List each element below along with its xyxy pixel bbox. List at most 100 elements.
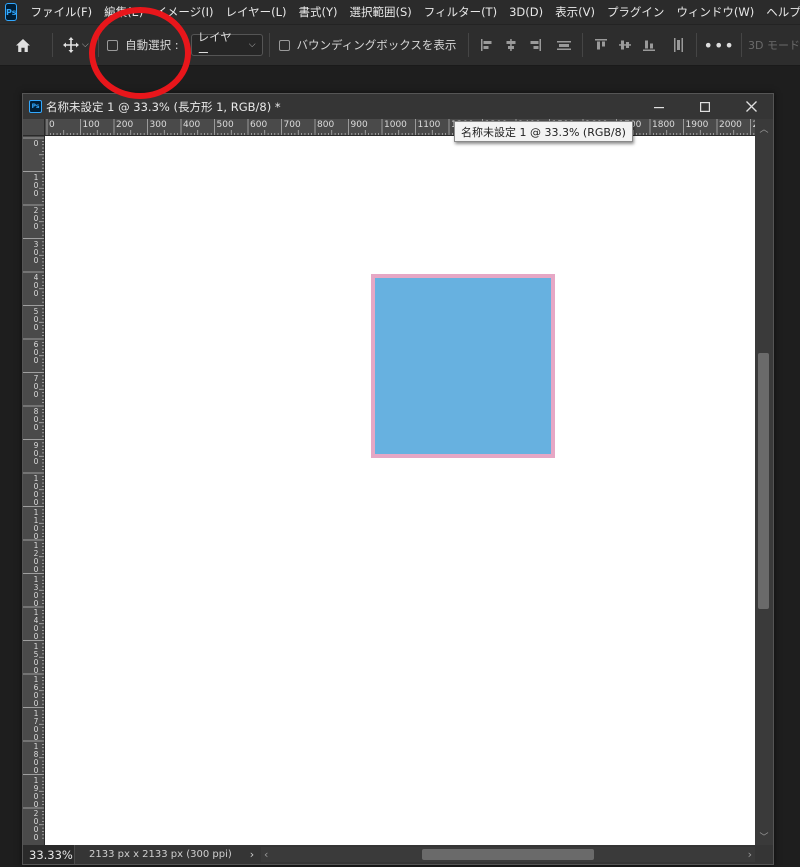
separator xyxy=(582,33,584,57)
minimize-button[interactable] xyxy=(639,94,679,119)
ruler-label: 1100 xyxy=(417,120,441,130)
document-title-bar[interactable]: Ps 名称未設定 1 @ 33.3% (長方形 1, RGB/8) * xyxy=(23,94,773,119)
ruler-label: 1 6 0 0 xyxy=(33,675,39,708)
ruler-label: 1 7 0 0 xyxy=(33,708,39,742)
separator xyxy=(51,33,53,57)
align-left-button[interactable] xyxy=(475,33,499,57)
horizontal-ruler[interactable]: 0100200300400500600700800900100011001200… xyxy=(45,119,755,136)
close-icon xyxy=(745,101,757,112)
ruler-label: 0 xyxy=(49,120,55,130)
vertical-scroll-thumb[interactable] xyxy=(758,353,769,609)
ruler-label: 5 0 0 xyxy=(33,306,39,332)
vertical-ruler[interactable]: 0 1 0 0 2 0 0 3 0 0 4 0 0 5 0 0 6 0 0 7 0 0 8 0 … xyxy=(23,136,45,845)
maximize-icon xyxy=(700,101,710,112)
distribute-horizontal-button[interactable] xyxy=(667,33,691,57)
bounding-box-checkbox[interactable] xyxy=(278,39,290,51)
align-bottom-button[interactable] xyxy=(637,33,661,57)
menu-view[interactable]: 表示(V) xyxy=(549,0,601,24)
horizontal-scroll-thumb[interactable] xyxy=(422,849,594,860)
ruler-label: 1 8 0 0 xyxy=(33,742,39,775)
ruler-label: 1 0 0 0 xyxy=(33,474,39,507)
menu-file[interactable]: ファイル(F) xyxy=(24,0,98,24)
status-menu-arrow-icon[interactable]: › xyxy=(250,848,254,861)
ruler-origin[interactable] xyxy=(23,119,45,136)
options-bar: ⌵ 自動選択 : レイヤー ⌵ バウンディングボックスを表示 ••• 3D モー… xyxy=(0,24,800,66)
menu-help[interactable]: ヘルプ(H) xyxy=(760,0,800,24)
ruler-label: 1800 xyxy=(652,120,675,130)
ruler-label: 1900 xyxy=(685,120,709,130)
photoshop-document-icon: Ps xyxy=(29,100,42,113)
align-left-icon xyxy=(481,39,492,51)
ruler-label: 400 xyxy=(183,120,201,130)
document-tab-tooltip: 名称未設定 1 @ 33.3% (RGB/8) xyxy=(454,121,633,142)
ruler-label: 9 0 0 xyxy=(33,440,39,466)
align-horizontal-center-button[interactable] xyxy=(499,33,523,57)
scroll-down-arrow-icon[interactable]: ﹀ xyxy=(755,830,773,843)
ruler-label: 1 1 0 0 xyxy=(33,507,39,541)
separator xyxy=(268,33,270,57)
ruler-label: 500 xyxy=(216,120,234,130)
more-options-button[interactable]: ••• xyxy=(703,30,735,60)
ruler-label: 100 xyxy=(82,120,100,130)
3d-mode-label: 3D モード xyxy=(747,39,800,52)
auto-select-target-value: レイヤー xyxy=(197,30,232,60)
zoom-level-field[interactable]: 33.33% xyxy=(23,845,75,864)
ruler-label: 6 0 0 xyxy=(33,340,39,365)
maximize-button[interactable] xyxy=(685,94,725,119)
ruler-label: 1 2 0 0 xyxy=(33,541,39,574)
ruler-label: 900 xyxy=(350,120,368,130)
ruler-label: 3 0 0 xyxy=(33,239,39,265)
ruler-label: 8 0 0 xyxy=(33,407,39,432)
ruler-label: 1 4 0 0 xyxy=(33,608,39,641)
menu-type[interactable]: 書式(Y) xyxy=(293,0,344,24)
menu-select[interactable]: 選択範囲(S) xyxy=(344,0,418,24)
separator xyxy=(696,33,698,57)
document-info: 2133 px x 2133 px (300 ppi) xyxy=(89,849,232,860)
scroll-up-arrow-icon[interactable]: ︿ xyxy=(755,122,773,135)
menu-image[interactable]: イメージ(I) xyxy=(149,0,219,24)
menu-bar: Ps ファイル(F) 編集(E) イメージ(I) レイヤー(L) 書式(Y) 選… xyxy=(0,0,800,24)
align-right-button[interactable] xyxy=(523,33,547,57)
home-button[interactable] xyxy=(0,30,46,60)
document-canvas[interactable] xyxy=(45,136,755,845)
ruler-label: 1 9 0 0 xyxy=(33,775,39,809)
status-bar: 33.33% 2133 px x 2133 px (300 ppi) › ‹ › xyxy=(23,845,773,864)
horizontal-scrollbar[interactable]: ‹ › xyxy=(261,847,755,862)
align-right-icon xyxy=(530,39,541,51)
move-tool-button[interactable]: ⌵ xyxy=(59,30,93,60)
ruler-label: 1 5 0 0 xyxy=(33,641,39,675)
ruler-label: 800 xyxy=(317,120,335,130)
menu-plugins[interactable]: プラグイン xyxy=(601,0,671,24)
align-top-button[interactable] xyxy=(589,33,613,57)
menu-edit[interactable]: 編集(E) xyxy=(98,0,149,24)
bounding-box-option[interactable]: バウンディングボックスを表示 xyxy=(278,37,456,53)
minimize-icon xyxy=(654,106,664,108)
rectangle-layer-shape[interactable] xyxy=(371,274,555,458)
separator xyxy=(741,33,742,57)
align-top-icon xyxy=(595,39,608,50)
home-icon xyxy=(15,38,30,52)
chevron-down-icon: ⌵ xyxy=(248,40,256,50)
close-button[interactable] xyxy=(731,94,771,119)
auto-select-checkbox[interactable] xyxy=(107,39,119,51)
scroll-right-arrow-icon[interactable]: › xyxy=(748,847,752,862)
distribute-vertical-button[interactable] xyxy=(553,33,577,57)
document-window: Ps 名称未設定 1 @ 33.3% (長方形 1, RGB/8) * 0 100… xyxy=(22,93,774,865)
auto-select-option[interactable]: 自動選択 : xyxy=(107,37,179,53)
vertical-scrollbar[interactable]: ︿ ﹀ xyxy=(755,119,773,845)
scroll-left-arrow-icon[interactable]: ‹ xyxy=(264,847,268,862)
align-bottom-icon xyxy=(642,40,655,51)
ruler-label: 1 0 0 xyxy=(33,172,39,198)
ruler-label: 1 3 0 0 xyxy=(33,574,39,608)
ruler-label: 2 0 0 xyxy=(33,206,39,231)
align-vertical-center-button[interactable] xyxy=(613,33,637,57)
align-horizontal-center-icon xyxy=(506,39,516,51)
auto-select-label: 自動選択 : xyxy=(125,38,179,52)
auto-select-target-dropdown[interactable]: レイヤー ⌵ xyxy=(190,30,263,60)
ruler-label: 0 xyxy=(33,139,39,148)
menu-3d[interactable]: 3D(D) xyxy=(503,0,549,24)
menu-filter[interactable]: フィルター(T) xyxy=(418,0,503,24)
move-tool-chevron-icon: ⌵ xyxy=(81,40,89,50)
menu-layer[interactable]: レイヤー(L) xyxy=(219,0,292,24)
menu-window[interactable]: ウィンドウ(W) xyxy=(670,0,760,24)
